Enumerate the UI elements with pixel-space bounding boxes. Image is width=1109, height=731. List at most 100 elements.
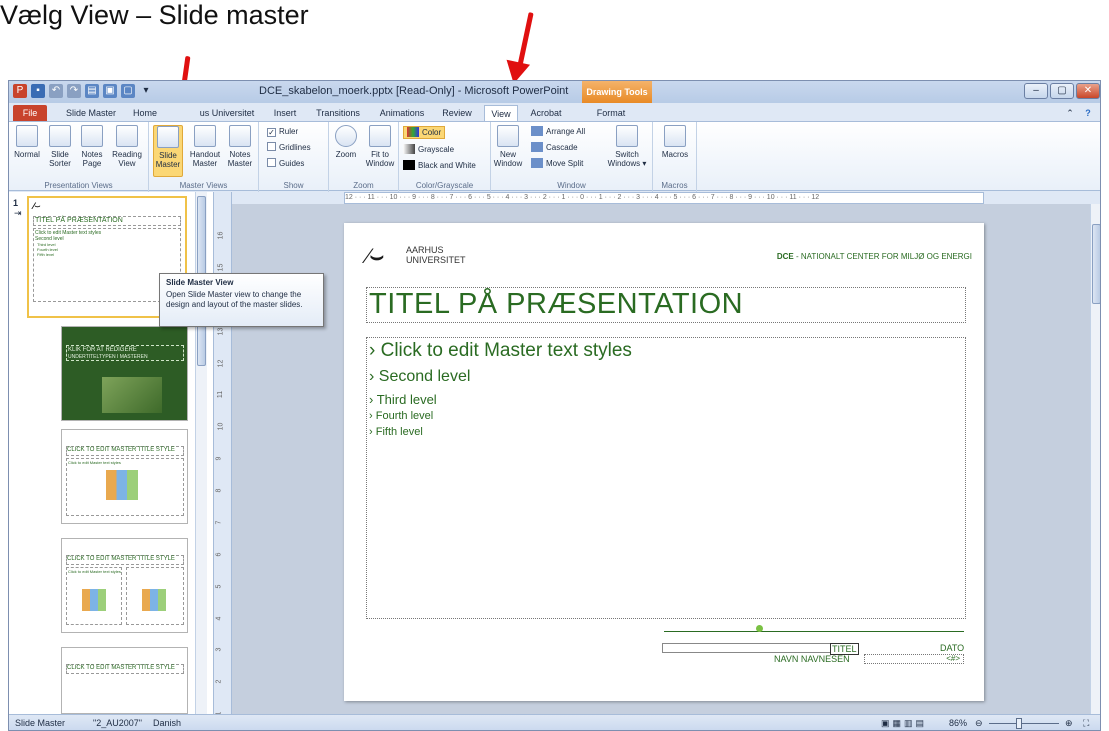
fit-to-window-icon xyxy=(369,125,391,147)
label: Sorter xyxy=(49,159,71,168)
magnifier-icon xyxy=(335,125,357,147)
label: Notes xyxy=(229,150,251,159)
fit-to-window-button[interactable]: Fit to Window xyxy=(363,125,397,168)
handout-master-button[interactable]: Handout Master xyxy=(187,125,223,168)
zoom-level[interactable]: 86% xyxy=(949,718,967,728)
tab-aarhus-universitet[interactable]: us Universitet xyxy=(189,105,265,121)
tab-format[interactable]: Format xyxy=(589,105,633,121)
tab-transitions[interactable]: Transitions xyxy=(309,105,367,121)
title-placeholder[interactable]: TITEL PÅ PRÆSENTATION xyxy=(366,287,966,323)
save-icon[interactable]: ▪ xyxy=(31,84,45,98)
ruler-checkbox[interactable]: ✓ Ruler xyxy=(267,126,298,137)
thumbnail-line: Click to edit Master text styles xyxy=(68,569,121,574)
customize-qat-icon[interactable]: ▾ xyxy=(139,84,153,98)
view-shortcut-icons[interactable]: ▣▦▥▤ xyxy=(881,718,927,729)
tab-slide-master[interactable]: Slide Master xyxy=(59,105,123,121)
tab-file[interactable]: File xyxy=(13,105,47,121)
maximize-button[interactable]: ▢ xyxy=(1050,83,1074,99)
level-text: Third level xyxy=(376,392,437,407)
label: Reading xyxy=(112,150,142,159)
tab-animations[interactable]: Animations xyxy=(373,105,431,121)
label: Cascade xyxy=(546,143,578,152)
close-button[interactable]: ✕ xyxy=(1076,83,1100,99)
slide-scrollbar[interactable] xyxy=(1090,204,1100,714)
macros-button[interactable]: Macros xyxy=(657,125,693,159)
ribbon-collapse-icon[interactable]: ⌃ xyxy=(1063,105,1077,121)
level-text: Fifth level xyxy=(375,426,423,438)
label: Ruler xyxy=(279,127,299,136)
au-logo-icon: ⁄⌣ xyxy=(366,243,385,268)
label: Zoom xyxy=(335,150,357,159)
tab-acrobat[interactable]: Acrobat xyxy=(524,105,568,121)
ruler-tick-label: 9 xyxy=(215,456,223,461)
slide-master-page[interactable]: ⁄⌣ AARHUS UNIVERSITET DCE - NATIONALT CE… xyxy=(344,223,984,701)
zoom-button[interactable]: Zoom xyxy=(331,125,361,159)
status-language[interactable]: Danish xyxy=(153,718,181,728)
preview-icon[interactable]: ▣ xyxy=(103,84,117,98)
group-label: Master Views xyxy=(179,181,228,190)
undo-icon[interactable]: ↶ xyxy=(49,84,63,98)
status-bar: Slide Master "2_AU2007" Danish ▣▦▥▤ 86% … xyxy=(9,714,1100,730)
reading-view-button[interactable]: Reading View xyxy=(109,125,145,168)
label: Color xyxy=(422,128,442,137)
thumbnail-layout-4[interactable]: CLICK TO EDIT MASTER TITLE STYLE Click t… xyxy=(61,538,188,633)
thumbnail-layout-3[interactable]: CLICK TO EDIT MASTER TITLE STYLE Click t… xyxy=(61,429,188,524)
ruler-tick-label: 16 xyxy=(217,231,225,240)
move-split-button[interactable]: Move Split xyxy=(531,158,583,169)
label: Window xyxy=(365,159,395,168)
fit-slide-icon[interactable]: ⛶ xyxy=(1083,718,1089,729)
arrange-all-button[interactable]: Arrange All xyxy=(531,126,585,137)
logo-line: UNIVERSITET xyxy=(406,255,466,265)
footer-date[interactable]: DATO xyxy=(940,643,964,653)
switch-windows-button[interactable]: Switch Windows ▾ xyxy=(607,125,647,168)
gridlines-checkbox[interactable]: Gridlines xyxy=(267,142,311,153)
thumbnail-scrollbar[interactable] xyxy=(195,192,207,714)
label: Black and White xyxy=(418,161,476,170)
guides-checkbox[interactable]: Guides xyxy=(267,158,304,169)
group-label: Window xyxy=(557,181,586,190)
thumbnail-layout-5[interactable]: CLICK TO EDIT MASTER TITLE STYLE xyxy=(61,647,188,714)
group-window: New Window Arrange All Cascade Move Split… xyxy=(491,122,653,192)
thumbnail-layout-2[interactable]: KLIK FOR AT REDIGERE UNDERTITELTYPEN I M… xyxy=(61,326,188,421)
group-label: Show xyxy=(283,181,304,190)
help-icon[interactable]: ? xyxy=(1081,105,1095,121)
ruler-tick-label: 11 xyxy=(217,391,225,399)
body-placeholder[interactable]: › Click to edit Master text styles › Sec… xyxy=(366,337,966,619)
notes-page-button[interactable]: Notes Page xyxy=(77,125,107,168)
rotation-handle-icon[interactable] xyxy=(756,625,763,632)
zoom-out-icon[interactable]: ⊖ xyxy=(975,718,983,729)
thumbnail-line: Fifth level xyxy=(37,252,55,257)
label: Notes xyxy=(81,150,103,159)
zoom-slider-track[interactable] xyxy=(989,723,1059,724)
zoom-slider-thumb[interactable] xyxy=(1016,718,1022,729)
text-level-3: › Third level xyxy=(369,392,437,407)
new-window-button[interactable]: New Window xyxy=(493,125,523,168)
group-label: Color/Grayscale xyxy=(415,181,474,190)
tab-home[interactable]: Home xyxy=(127,105,163,121)
redo-icon[interactable]: ↷ xyxy=(67,84,81,98)
slide-number-placeholder[interactable]: <#> xyxy=(864,654,964,664)
minimize-button[interactable]: – xyxy=(1024,83,1048,99)
zoom-in-icon[interactable]: ⊕ xyxy=(1065,718,1073,729)
black-and-white-button[interactable]: Black and White xyxy=(403,160,476,171)
tab-view[interactable]: View xyxy=(484,105,518,121)
tab-review[interactable]: Review xyxy=(435,105,479,121)
powerpoint-icon[interactable]: P xyxy=(13,84,27,98)
selected-footer-box[interactable] xyxy=(662,643,852,653)
label: Slide xyxy=(51,150,69,159)
group-macros: Macros Macros xyxy=(653,122,697,192)
slide-master-button[interactable]: Slide Master xyxy=(153,125,183,177)
quick-print-icon[interactable]: ▤ xyxy=(85,84,99,98)
normal-view-button[interactable]: Normal xyxy=(11,125,43,159)
scrollbar-thumb[interactable] xyxy=(1092,224,1100,304)
new-icon[interactable]: ▢ xyxy=(121,84,135,98)
tab-insert[interactable]: Insert xyxy=(267,105,303,121)
notes-master-button[interactable]: Notes Master xyxy=(225,125,255,168)
cascade-button[interactable]: Cascade xyxy=(531,142,578,153)
header-org: DCE - NATIONALT CENTER FOR MILJØ OG ENER… xyxy=(777,252,972,261)
slide-sorter-button[interactable]: Slide Sorter xyxy=(45,125,75,168)
thumbnail-line: Click to edit Master text styles xyxy=(68,460,121,465)
color-button[interactable]: Color xyxy=(403,126,446,139)
grayscale-button[interactable]: Grayscale xyxy=(403,144,454,155)
footer-name[interactable]: NAVN NAVNESEN xyxy=(774,654,850,664)
